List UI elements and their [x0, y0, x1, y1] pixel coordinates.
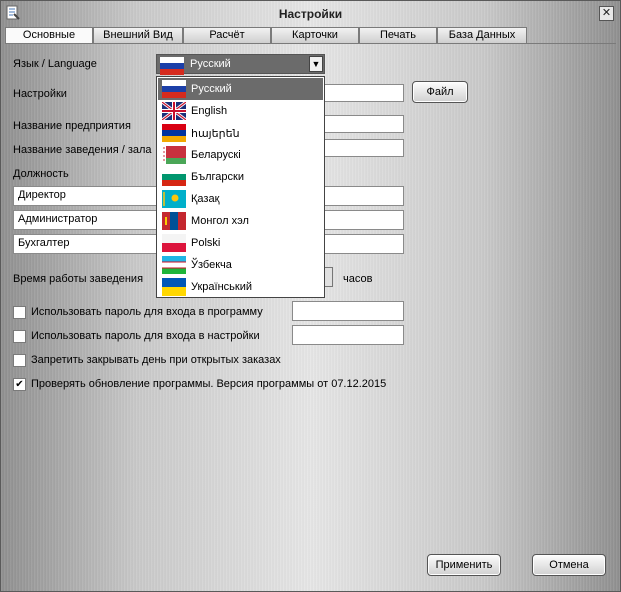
close-icon: ✕ — [601, 7, 612, 19]
forbid-close-day-checkbox[interactable] — [13, 354, 26, 367]
language-option-ukrainian[interactable]: Український — [158, 276, 323, 298]
language-option-armenian[interactable]: հայերեն — [158, 122, 323, 144]
language-option-bulgarian[interactable]: Български — [158, 166, 323, 188]
tab-bar: Основные Внешний Вид Расчёт Карточки Печ… — [5, 27, 527, 44]
language-option-label: Қазақ — [191, 193, 220, 205]
language-option-label: Монгол хэл — [191, 215, 249, 227]
poland-flag-icon — [162, 234, 186, 252]
language-option-label: Polski — [191, 237, 221, 249]
position-label: Должность — [13, 168, 69, 180]
tab-cards[interactable]: Карточки — [271, 27, 359, 43]
file-button[interactable]: Файл — [412, 81, 468, 103]
tab-print[interactable]: Печать — [359, 27, 437, 43]
check-updates-label: Проверять обновление программы. Версия п… — [31, 378, 387, 390]
tab-calculation[interactable]: Расчёт — [183, 27, 271, 43]
language-option-kazakh[interactable]: Қазақ — [158, 188, 323, 210]
russia-flag-icon — [160, 57, 184, 75]
kazakhstan-flag-icon — [162, 190, 186, 208]
language-option-label: Русский — [191, 83, 232, 95]
settings-label: Настройки — [13, 88, 67, 100]
tab-appearance[interactable]: Внешний Вид — [93, 27, 183, 43]
title-bar[interactable]: Настройки ✕ — [1, 1, 620, 27]
tab-database[interactable]: База Данных — [437, 27, 527, 43]
language-option-belarusian[interactable]: Беларускі — [158, 144, 323, 166]
language-option-label: Беларускі — [191, 149, 241, 161]
password-settings-checkbox[interactable] — [13, 330, 26, 343]
chevron-down-icon[interactable]: ▼ — [309, 56, 323, 72]
russia-flag-icon — [162, 80, 186, 98]
password-program-checkbox[interactable] — [13, 306, 26, 319]
ukraine-flag-icon — [162, 278, 186, 296]
language-option-uzbek[interactable]: Ўзбекча — [158, 254, 323, 276]
hours-unit-label: часов — [343, 273, 373, 285]
language-option-russian[interactable]: Русский — [158, 78, 323, 100]
language-select[interactable]: Русский ▼ — [156, 54, 325, 75]
belarus-flag-icon — [162, 146, 186, 164]
tab-general[interactable]: Основные — [5, 27, 93, 44]
language-option-english[interactable]: English — [158, 100, 323, 122]
password-settings-input[interactable] — [292, 325, 404, 345]
language-option-label: English — [191, 105, 228, 117]
checkmark-icon: ✔ — [15, 379, 24, 390]
language-option-label: հայերեն — [191, 128, 240, 140]
language-option-mongolian[interactable]: Монгол хэл — [158, 210, 323, 232]
language-option-polish[interactable]: Polski — [158, 232, 323, 254]
hours-label: Время работы заведения — [13, 273, 144, 285]
tab-divider — [5, 43, 616, 44]
venue-label: Название заведения / зала — [13, 144, 152, 156]
company-input[interactable] — [324, 115, 404, 133]
cancel-button[interactable]: Отмена — [532, 554, 606, 576]
company-label: Название предприятия — [13, 120, 131, 132]
language-select-value: Русский — [190, 58, 231, 70]
password-program-label: Использовать пароль для входа в программ… — [31, 306, 263, 318]
armenia-flag-icon — [162, 124, 186, 142]
language-option-label: Український — [191, 281, 253, 293]
close-button[interactable]: ✕ — [599, 6, 614, 21]
password-program-input[interactable] — [292, 301, 404, 321]
settings-path-input[interactable] — [324, 84, 404, 102]
apply-button[interactable]: Применить — [427, 554, 501, 576]
bulgaria-flag-icon — [162, 168, 186, 186]
language-dropdown-list: Русский English հայերեն Беларускі Българ… — [156, 76, 325, 298]
language-option-label: Ўзбекча — [191, 259, 232, 271]
language-label: Язык / Language — [13, 58, 97, 70]
uk-flag-icon — [162, 102, 186, 120]
password-settings-label: Использовать пароль для входа в настройк… — [31, 330, 260, 342]
venue-input[interactable] — [324, 139, 404, 157]
language-option-label: Български — [191, 171, 244, 183]
check-updates-checkbox[interactable]: ✔ — [13, 378, 26, 391]
forbid-close-day-label: Запретить закрывать день при открытых за… — [31, 354, 281, 366]
uzbekistan-flag-icon — [162, 256, 186, 274]
mongolia-flag-icon — [162, 212, 186, 230]
settings-window: Настройки ✕ Основные Внешний Вид Расчёт … — [0, 0, 621, 592]
window-title: Настройки — [278, 7, 343, 21]
